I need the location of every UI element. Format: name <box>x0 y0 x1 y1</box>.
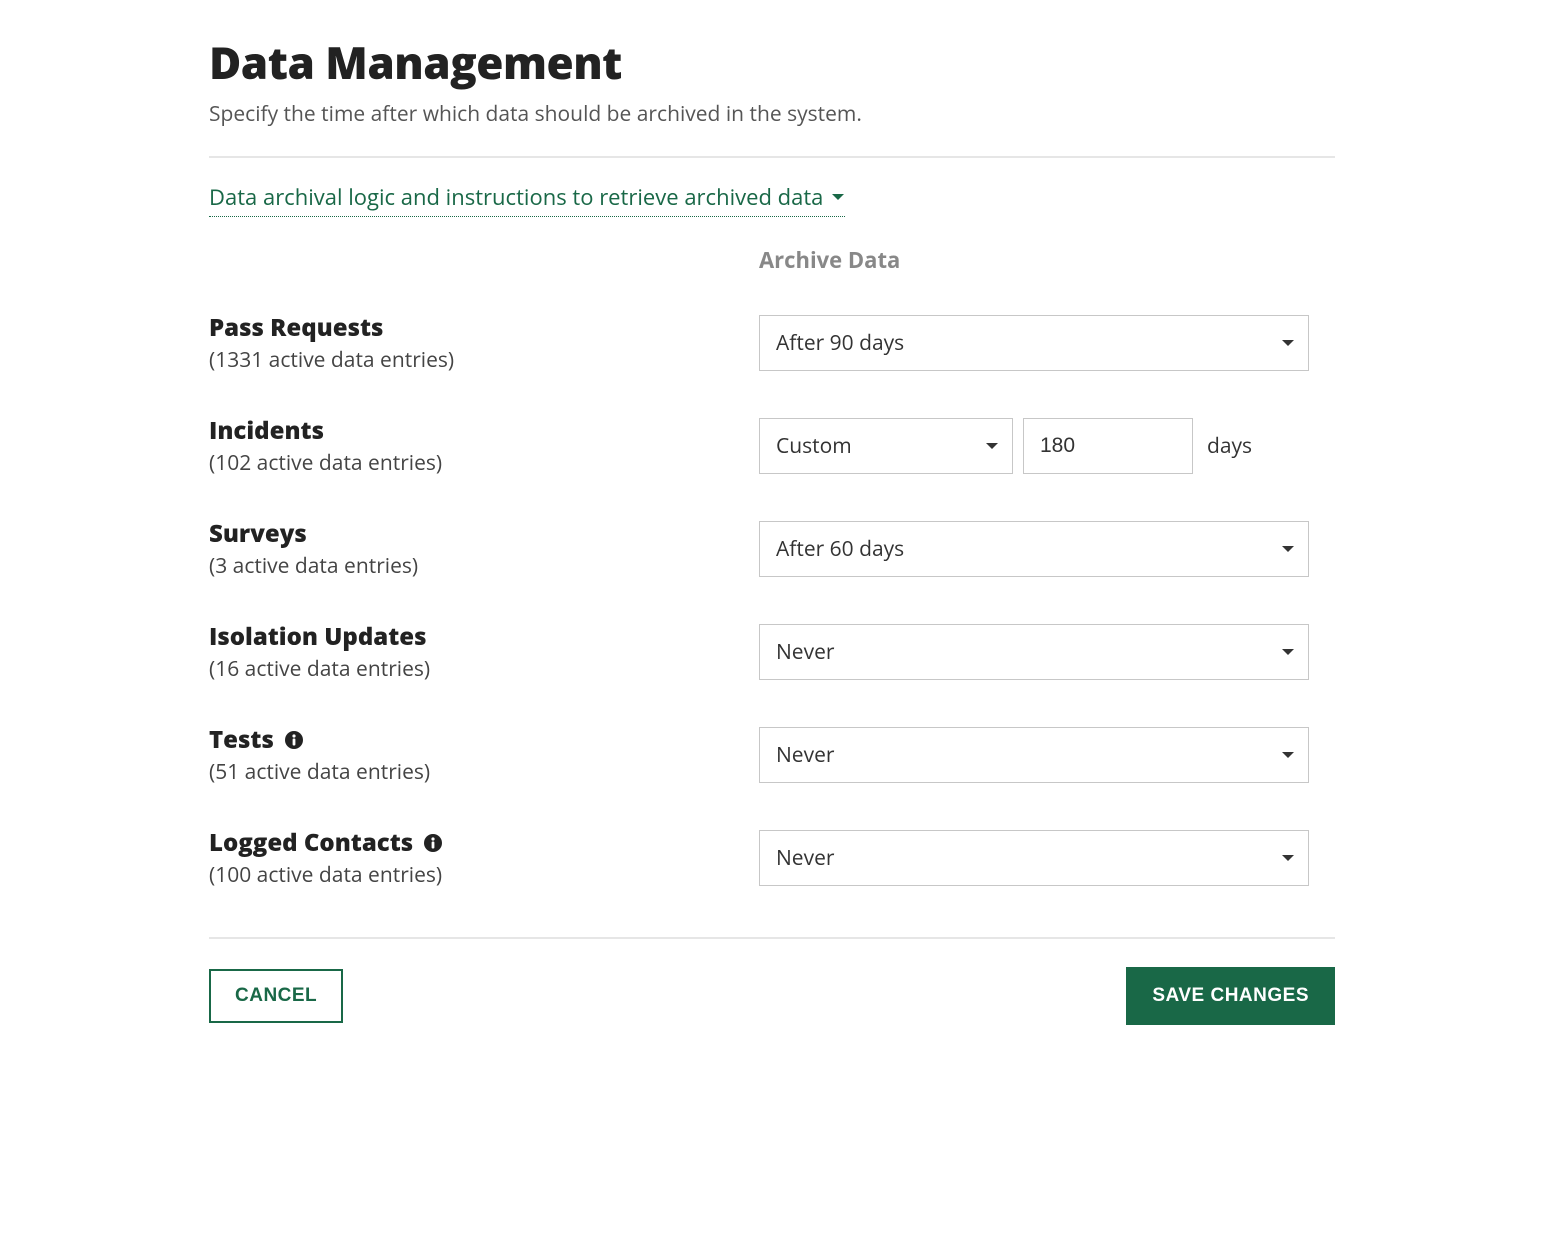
archive-select-value: Never <box>776 741 834 769</box>
row-title-surveys: Surveys <box>209 517 759 550</box>
page-subtitle: Specify the time after which data should… <box>209 100 1335 128</box>
custom-days-input-incidents[interactable] <box>1023 418 1193 474</box>
archive-select-value: Never <box>776 638 834 666</box>
archival-instructions-link[interactable]: Data archival logic and instructions to … <box>209 182 845 217</box>
row-title-isolation-updates: Isolation Updates <box>209 620 759 653</box>
row-sub-incidents: (102 active data entries) <box>209 449 759 477</box>
row-pass-requests-label: Pass Requests (1331 active data entries) <box>209 291 759 394</box>
row-sub-pass-requests: (1331 active data entries) <box>209 346 759 374</box>
row-title-tests: Tests <box>209 723 274 756</box>
row-incidents-label: Incidents (102 active data entries) <box>209 394 759 497</box>
save-changes-button[interactable]: SAVE CHANGES <box>1126 967 1335 1025</box>
archive-select-isolation-updates[interactable]: Never <box>759 624 1309 680</box>
caret-down-icon <box>831 192 845 202</box>
archive-select-value: Never <box>776 844 834 872</box>
days-label: days <box>1207 432 1252 460</box>
page-title: Data Management <box>209 32 1335 92</box>
cancel-button[interactable]: CANCEL <box>209 969 343 1023</box>
row-title-pass-requests: Pass Requests <box>209 311 759 344</box>
row-logged-contacts-label: Logged Contacts (100 active data entries… <box>209 806 759 909</box>
archive-select-tests[interactable]: Never <box>759 727 1309 783</box>
archive-select-incidents[interactable]: Custom <box>759 418 1013 474</box>
divider <box>209 937 1335 939</box>
divider <box>209 156 1335 158</box>
archive-select-value: After 90 days <box>776 329 904 357</box>
archive-select-value: After 60 days <box>776 535 904 563</box>
row-tests-label: Tests (51 active data entries) <box>209 703 759 806</box>
archival-instructions-label: Data archival logic and instructions to … <box>209 182 823 212</box>
row-sub-isolation-updates: (16 active data entries) <box>209 655 759 683</box>
row-sub-logged-contacts: (100 active data entries) <box>209 861 759 889</box>
archive-data-column-header: Archive Data <box>759 245 1309 291</box>
info-icon[interactable] <box>423 833 443 853</box>
archive-select-value: Custom <box>776 432 852 460</box>
info-icon[interactable] <box>284 730 304 750</box>
column-header-left-spacer <box>209 245 759 291</box>
archive-select-surveys[interactable]: After 60 days <box>759 521 1309 577</box>
row-title-logged-contacts: Logged Contacts <box>209 826 413 859</box>
row-title-incidents: Incidents <box>209 414 759 447</box>
archive-select-logged-contacts[interactable]: Never <box>759 830 1309 886</box>
archive-select-pass-requests[interactable]: After 90 days <box>759 315 1309 371</box>
row-isolation-updates-label: Isolation Updates (16 active data entrie… <box>209 600 759 703</box>
row-sub-tests: (51 active data entries) <box>209 758 759 786</box>
row-surveys-label: Surveys (3 active data entries) <box>209 497 759 600</box>
row-sub-surveys: (3 active data entries) <box>209 552 759 580</box>
